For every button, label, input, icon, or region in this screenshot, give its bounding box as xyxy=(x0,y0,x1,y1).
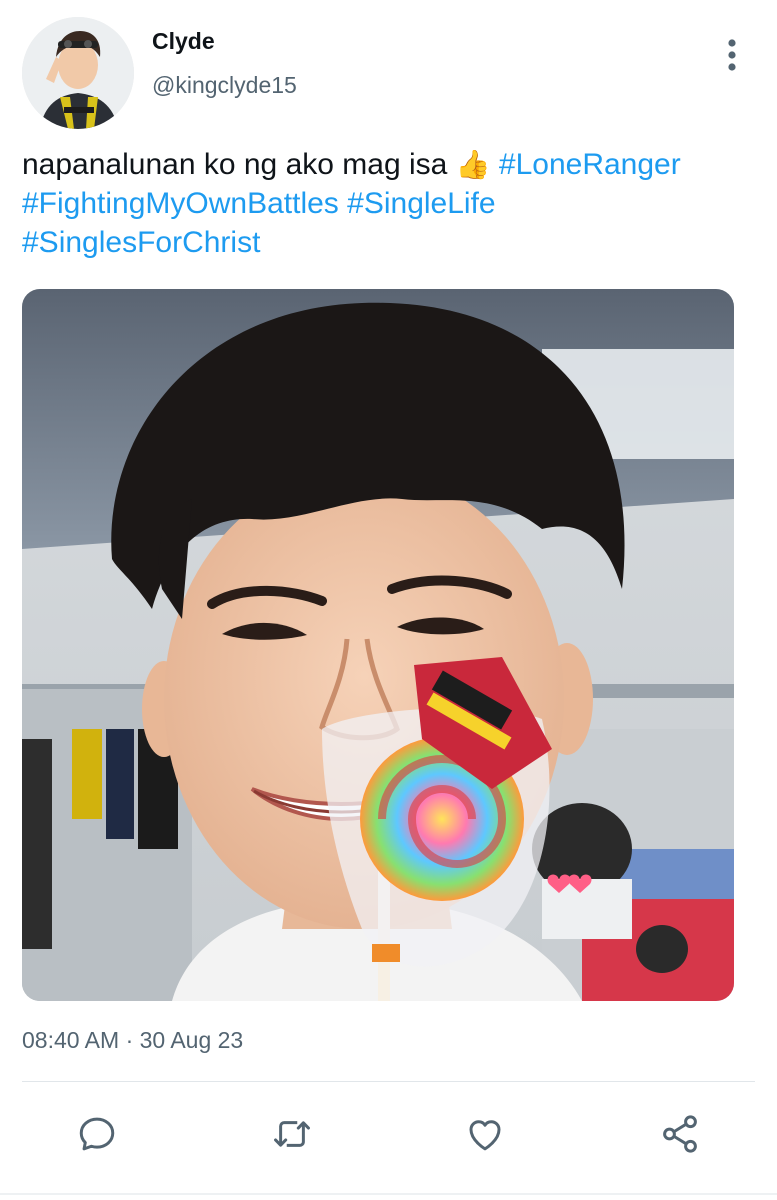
tweet-body: napanalunan ko ng ako mag isa xyxy=(22,148,448,181)
tweet-text: napanalunan ko ng ako mag isa 👍 #LoneRan… xyxy=(22,145,762,262)
avatar-image xyxy=(22,17,134,129)
bottom-divider xyxy=(0,1193,777,1195)
tweet-media-photo[interactable] xyxy=(22,289,734,1001)
reply-button[interactable] xyxy=(73,1110,121,1158)
retweet-button[interactable] xyxy=(268,1110,316,1158)
divider xyxy=(22,1081,755,1082)
hashtag-lone-ranger[interactable]: #LoneRanger xyxy=(499,148,681,181)
author-handle[interactable]: @kingclyde15 xyxy=(152,72,297,99)
share-icon xyxy=(663,1115,697,1153)
tweet-timestamp: 08:40 AM · 30 Aug 23 xyxy=(22,1027,244,1053)
share-button[interactable] xyxy=(656,1110,704,1158)
hashtag-fighting-my-own-battles[interactable]: #FightingMyOwnBattles xyxy=(22,187,339,220)
more-options-icon[interactable] xyxy=(722,38,742,72)
hashtag-single-life[interactable]: #SingleLife xyxy=(347,187,495,220)
heart-icon xyxy=(469,1120,501,1151)
comment-icon xyxy=(79,1117,115,1151)
retweet-icon xyxy=(274,1121,310,1147)
avatar[interactable] xyxy=(22,17,134,129)
hashtag-singles-for-christ[interactable]: #SinglesForChrist xyxy=(22,226,260,259)
like-button[interactable] xyxy=(461,1110,509,1158)
author-name[interactable]: Clyde xyxy=(152,28,215,55)
thumbs-up-emoji: 👍 xyxy=(455,149,491,180)
